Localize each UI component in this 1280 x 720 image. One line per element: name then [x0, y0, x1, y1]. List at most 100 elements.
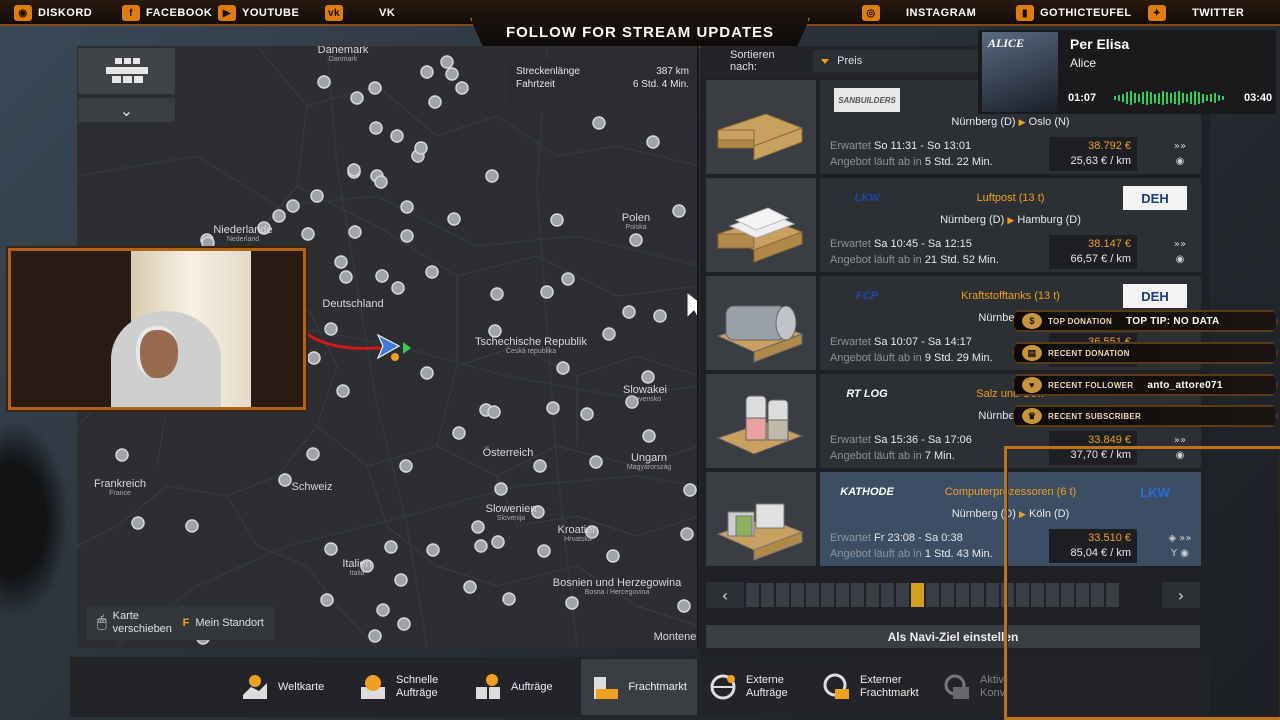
social-vk: vk VK — [325, 4, 395, 22]
city-label: Slowenien Slovenija — [485, 503, 537, 522]
city-label: Italien Italia — [342, 558, 372, 577]
page-indicator[interactable] — [821, 583, 834, 607]
eye-icon: ◉ — [1175, 254, 1185, 265]
job-price: 38.147 €66,57 € / km — [1049, 235, 1137, 269]
mouse-cursor — [686, 290, 697, 320]
page-indicator[interactable] — [806, 583, 819, 607]
tab-freight-market[interactable]: Frachtmarkt — [581, 659, 697, 715]
cash-icon: ▤ — [1022, 345, 1042, 361]
city-label: Bosnien und Herzegowina Bosna i Hercegovi… — [552, 577, 682, 596]
city-label: Tschechische Republik Česká republika — [475, 336, 587, 355]
page-indicator[interactable] — [941, 583, 954, 607]
pager-prev-button[interactable]: ‹ — [706, 582, 744, 608]
clock-icon — [358, 672, 388, 702]
page-indicator[interactable] — [776, 583, 789, 607]
sort-select[interactable]: Preis — [813, 50, 980, 72]
page-indicator[interactable] — [956, 583, 969, 607]
city-label: Polen Polska — [621, 212, 651, 231]
page-indicator[interactable] — [791, 583, 804, 607]
twitter-icon: ✦ — [1148, 5, 1166, 21]
page-indicator[interactable] — [971, 583, 984, 607]
dropdown-arrow-icon — [821, 58, 830, 64]
fast-forward-icon: »» — [1173, 239, 1187, 250]
tab-world-map[interactable]: Weltkarte — [230, 659, 334, 715]
job-icons: »» ◉ — [1171, 237, 1189, 267]
recent-subscriber-bar: ♛ RECENT SUBSCRIBER — [1012, 405, 1278, 427]
page-indicator[interactable] — [986, 583, 999, 607]
social-discord: ◉ DISKORD — [14, 4, 92, 22]
freight-icon — [591, 672, 620, 702]
album-art: ALICE — [982, 32, 1058, 112]
page-indicator[interactable] — [866, 583, 879, 607]
job-offer[interactable]: LKW Luftpost (13 t) DEH Nürnberg (D) ▶ H… — [706, 178, 1201, 272]
twitch-icon: ▮ — [1016, 5, 1034, 21]
city-label: Deutschland — [322, 298, 384, 310]
song-title: Per Elisa — [1070, 36, 1130, 52]
page-indicator[interactable] — [836, 583, 849, 607]
map-hint: 🖱 Karte verschieben F Mein Standort — [87, 606, 274, 640]
facebook-icon: f — [122, 5, 140, 21]
page-indicator[interactable] — [926, 583, 939, 607]
chevron-down-icon: ⌄ — [119, 100, 134, 120]
arrow-right-icon: ▶ — [1007, 215, 1015, 225]
screen: ◉ DISKORD f FACEBOOK ▶ YOUTUBE vk VK ◎ INSTAG… — [0, 0, 1280, 720]
tab-jobs[interactable]: Aufträge — [463, 659, 563, 715]
recent-donation-bar: ▤ RECENT DONATION — [1012, 342, 1278, 364]
company-logo: LKW — [854, 192, 880, 204]
cargo-image — [706, 374, 816, 468]
follower-icon: ♥ — [1022, 377, 1042, 393]
page-indicator[interactable] — [761, 583, 774, 607]
song-elapsed: 01:07 — [1068, 92, 1097, 104]
tab-quick-jobs[interactable]: Schnelle Aufträge — [348, 659, 448, 715]
city-label: Österreich — [482, 447, 534, 459]
player-truck-marker — [376, 333, 411, 361]
youtube-icon: ▶ — [218, 5, 236, 21]
eye-icon: ◉ — [1175, 156, 1185, 167]
top-donation-bar: $ TOP DONATION TOP TIP: NO DATA — [1012, 310, 1278, 332]
route-info-panel: Streckenlänge 387 km Fahrtzeit 6 Std. 4 Mi… — [508, 59, 697, 111]
moneybag-icon: $ — [1022, 313, 1042, 329]
instagram-icon: ◎ — [862, 5, 880, 21]
page-indicator[interactable] — [896, 583, 909, 607]
page-indicator[interactable] — [881, 583, 894, 607]
overlay-frame — [1004, 446, 1280, 720]
tab-external-freight-market[interactable]: Externer Frachtmarkt — [812, 659, 929, 715]
cargo-image — [706, 472, 816, 566]
music-widget: ALICE Per Elisa Alice 01:07 03:40 — [978, 30, 1276, 114]
map-collapse-button[interactable]: ⌄ — [78, 98, 175, 122]
company-logo: FCP — [856, 290, 878, 302]
song-duration: 03:40 — [1244, 92, 1273, 104]
song-artist: Alice — [1070, 56, 1097, 70]
globe-freight-icon — [822, 672, 852, 702]
page-indicator[interactable] — [746, 583, 759, 607]
page-indicator-active[interactable] — [911, 583, 924, 607]
job-icons: »» ◉ — [1171, 139, 1189, 169]
social-twitch: ▮ GOTHICTEUFEL — [1016, 4, 1132, 22]
city-label: Niederlande Nederland — [213, 224, 273, 243]
social-instagram: ◎ INSTAGRAM — [862, 4, 976, 22]
arrow-right-icon: ▶ — [1018, 117, 1026, 127]
social-youtube: ▶ YOUTUBE — [218, 4, 299, 22]
convoy-icon — [942, 672, 972, 702]
job-price: 38.792 €25,63 € / km — [1049, 137, 1137, 171]
mouse-icon: 🖱 — [97, 614, 107, 631]
page-indicator[interactable] — [851, 583, 864, 607]
tab-external-jobs[interactable]: Externe Aufträge — [698, 659, 798, 715]
company-logo: KATHODE — [840, 486, 894, 498]
globe-icon — [708, 672, 738, 702]
vk-icon: vk — [325, 5, 343, 21]
city-label: Schweiz — [291, 481, 333, 493]
recent-follower-bar: ♥ RECENT FOLLOWER anto_attore071 — [1012, 374, 1278, 396]
city-label: Slowakei Slovensko — [622, 384, 668, 403]
map-layers-button[interactable] — [78, 48, 175, 94]
cargo-image — [706, 276, 816, 370]
fast-forward-icon: »» — [1173, 141, 1187, 152]
city-label: Danemark Danmark — [317, 46, 369, 63]
client-logo: DEH — [1123, 284, 1187, 308]
trophy-icon: ♛ — [1022, 408, 1042, 424]
city-label: Kroatien Hrvatska — [557, 524, 599, 543]
social-twitter: ✦ TWITTER — [1148, 4, 1244, 22]
cargo-image — [706, 178, 816, 272]
client-logo: DEH — [1123, 186, 1187, 210]
social-facebook: f FACEBOOK — [122, 4, 212, 22]
